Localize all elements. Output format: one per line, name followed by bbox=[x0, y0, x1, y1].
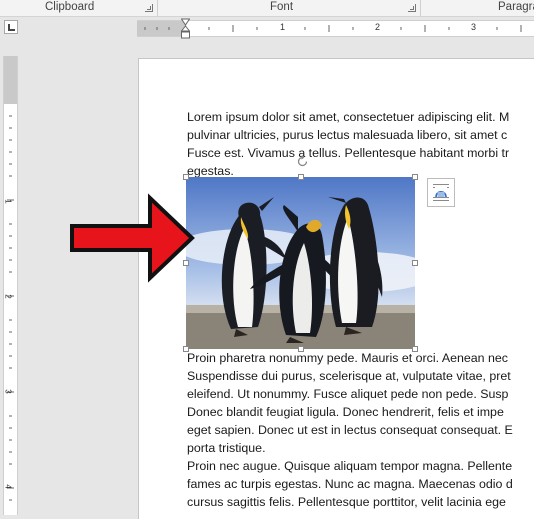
text-line: eleifend. Ut nonummy. Fusce aliquet pede… bbox=[187, 387, 509, 401]
text-line: Proin nec augue. Quisque aliquam tempor … bbox=[187, 459, 513, 473]
text-line: Donec blandit feugiat ligula. Donec hend… bbox=[187, 405, 504, 419]
resize-handle-top[interactable] bbox=[298, 174, 304, 180]
penguins-picture[interactable] bbox=[186, 177, 415, 349]
layout-options-icon bbox=[433, 184, 449, 201]
ruler-number: 3 bbox=[3, 389, 13, 394]
horizontal-ruler[interactable]: 1 2 3 bbox=[137, 20, 534, 37]
layout-options-button[interactable] bbox=[427, 178, 455, 207]
ruler-number: 1 bbox=[3, 199, 13, 204]
resize-handle-right[interactable] bbox=[412, 260, 418, 266]
vertical-ruler-ticks bbox=[7, 115, 14, 501]
text-line: eget sapien. Donec ut est in lectus cons… bbox=[187, 423, 513, 437]
ruler-number: 1 bbox=[280, 22, 286, 32]
penguins-image bbox=[186, 177, 415, 349]
red-arrow-icon bbox=[70, 193, 195, 283]
paragraph-2[interactable]: Proin pharetra nonummy pede. Mauris et o… bbox=[187, 349, 534, 457]
rotate-handle-icon[interactable] bbox=[296, 155, 309, 168]
paragraph-1[interactable]: Lorem ipsum dolor sit amet, consectetuer… bbox=[187, 108, 534, 180]
text-line: fames ac turpis egestas. Nunc ac magna. … bbox=[187, 477, 513, 491]
text-line: Proin pharetra nonummy pede. Mauris et o… bbox=[187, 351, 508, 365]
text-line: cursus sagittis felis. Pellentesque port… bbox=[187, 495, 506, 509]
text-line: Lorem ipsum dolor sit amet, consectetuer… bbox=[187, 110, 510, 124]
paragraph-group-label: Paragra bbox=[498, 1, 534, 13]
font-group-label: Font bbox=[270, 1, 294, 13]
vertical-ruler[interactable]: 1 2 3 4 bbox=[3, 56, 18, 515]
text-line: pulvinar ultricies, purus lectus malesua… bbox=[187, 128, 508, 142]
tab-stop-selector-icon[interactable] bbox=[4, 20, 18, 34]
ruler-number: 3 bbox=[471, 22, 477, 32]
paragraph-3[interactable]: Proin nec augue. Quisque aliquam tempor … bbox=[187, 457, 534, 511]
ribbon-group-divider bbox=[157, 0, 158, 16]
ribbon-group-divider bbox=[420, 0, 421, 16]
ruler-row: 1 2 3 bbox=[0, 17, 534, 39]
resize-handle-top-left[interactable] bbox=[183, 174, 189, 180]
font-dialog-launcher-icon[interactable] bbox=[408, 4, 416, 12]
ruler-number: 4 bbox=[3, 484, 13, 489]
text-line: Suspendisse dui purus, scelerisque at, v… bbox=[187, 369, 511, 383]
text-line: porta tristique. bbox=[187, 441, 266, 455]
ruler-number: 2 bbox=[3, 294, 13, 299]
resize-handle-top-right[interactable] bbox=[412, 174, 418, 180]
clipboard-group-label: Clipboard bbox=[45, 1, 95, 13]
clipboard-dialog-launcher-icon[interactable] bbox=[145, 4, 153, 12]
ribbon-group-bar: Clipboard Font Paragra bbox=[0, 0, 534, 17]
indent-marker-icon[interactable] bbox=[181, 17, 190, 39]
document-page[interactable]: Lorem ipsum dolor sit amet, consectetuer… bbox=[138, 58, 534, 519]
ruler-number: 2 bbox=[375, 22, 381, 32]
text-line: Fusce est. Vivamus a tellus. Pellentesqu… bbox=[187, 146, 510, 160]
